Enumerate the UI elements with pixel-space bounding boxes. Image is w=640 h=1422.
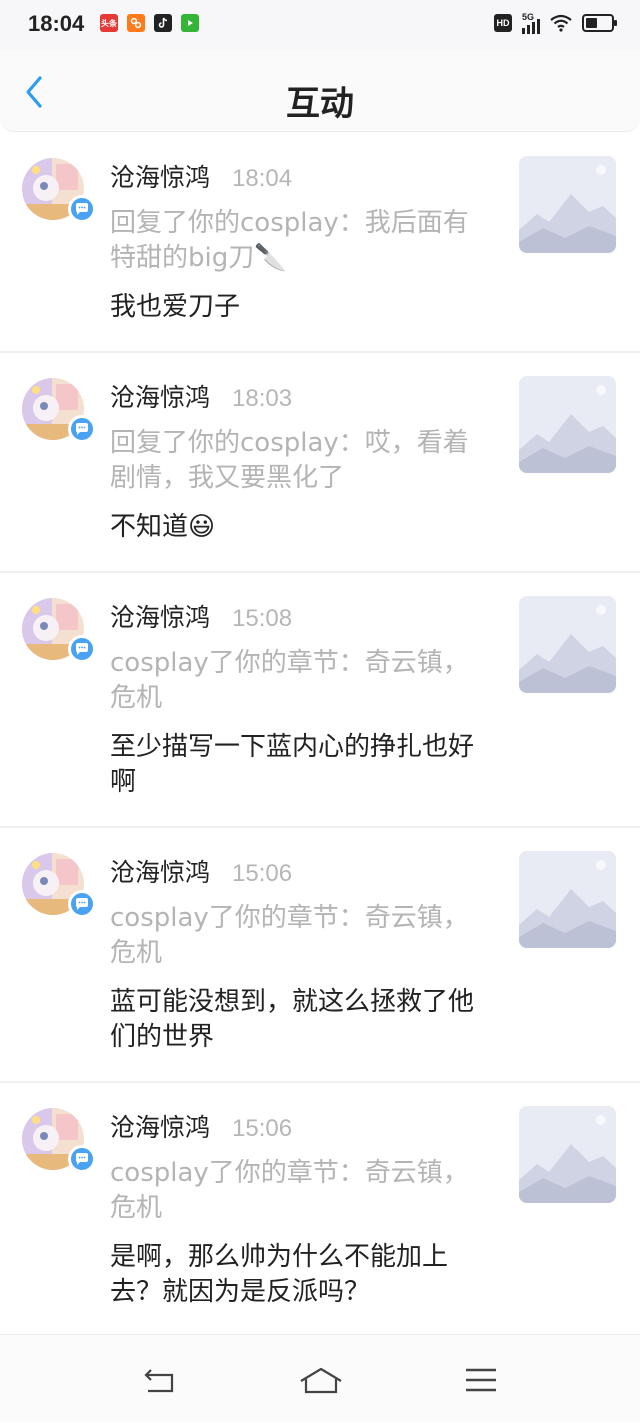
comment-badge-icon (68, 890, 96, 918)
quoted-text: cosplay了你的章节：奇云镇，危机 (110, 1158, 469, 1223)
user-name[interactable]: 沧海惊鸿 (110, 378, 210, 414)
nav-bar: 互动 (0, 50, 640, 132)
reply-text: 不知道😃 (110, 512, 216, 542)
comment-badge-icon (68, 415, 96, 443)
quoted-text: 回复了你的cosplay：我后面有特甜的big刀🔪 (110, 208, 469, 273)
status-bar: 18:04 头条 HD 5G (0, 0, 640, 50)
tiktok-icon (154, 14, 172, 32)
quoted-text: cosplay了你的章节：奇云镇，危机 (110, 903, 469, 968)
wifi-icon (550, 14, 572, 32)
reply-text: 我也爱刀子 (110, 292, 241, 322)
interaction-list[interactable]: 沧海惊鸿 18:04 回复了你的cosplay：我后面有特甜的big刀🔪 我也爱… (0, 133, 640, 1338)
user-name[interactable]: 沧海惊鸿 (110, 158, 210, 194)
message-time: 15:08 (232, 605, 293, 632)
battery-icon (582, 14, 617, 32)
back-nav-icon (144, 1369, 174, 1393)
home-nav-icon (300, 1367, 342, 1394)
reply-text: 至少描写一下蓝内心的挣扎也好啊 (110, 732, 475, 797)
list-item[interactable]: 沧海惊鸿 15:06 cosplay了你的章节：奇云镇，危机 蓝可能没想到，就这… (0, 828, 640, 1083)
toutiao-icon: 头条 (100, 14, 118, 32)
list-item[interactable]: 沧海惊鸿 15:06 cosplay了你的章节：奇云镇，危机 是啊，那么帅为什么… (0, 1083, 640, 1338)
app-icon-orange (127, 14, 145, 32)
system-nav-bar (0, 1334, 640, 1422)
image-placeholder-icon[interactable] (519, 376, 616, 473)
quoted-text: cosplay了你的章节：奇云镇，危机 (110, 648, 469, 713)
signal-icon: 5G (522, 12, 540, 34)
list-item[interactable]: 沧海惊鸿 15:08 cosplay了你的章节：奇云镇，危机 至少描写一下蓝内心… (0, 573, 640, 828)
network-type-label: 5G (522, 12, 535, 22)
menu-nav-button[interactable] (462, 1365, 502, 1397)
list-item[interactable]: 沧海惊鸿 18:04 回复了你的cosplay：我后面有特甜的big刀🔪 我也爱… (0, 133, 640, 353)
message-time: 18:04 (232, 165, 293, 192)
comment-badge-icon (68, 635, 96, 663)
reply-text: 是啊，那么帅为什么不能加上去？就因为是反派吗？ (110, 1242, 449, 1307)
system-icons: HD 5G (494, 12, 617, 34)
status-time: 18:04 (28, 11, 85, 36)
home-nav-button[interactable] (298, 1365, 344, 1397)
hd-icon: HD (494, 14, 512, 32)
page-title: 互动 (286, 84, 354, 124)
message-time: 15:06 (232, 1115, 293, 1142)
list-item[interactable]: 沧海惊鸿 18:03 回复了你的cosplay：哎，看着剧情，我又要黑化了 不知… (0, 353, 640, 573)
reply-text: 蓝可能没想到，就这么拯救了他们的世界 (110, 987, 475, 1052)
notification-icons: 头条 (100, 14, 199, 32)
user-name[interactable]: 沧海惊鸿 (110, 598, 210, 634)
message-time: 15:06 (232, 860, 293, 887)
message-time: 18:03 (232, 385, 293, 412)
iqiyi-icon (181, 14, 199, 32)
back-nav-button[interactable] (140, 1365, 180, 1397)
user-name[interactable]: 沧海惊鸿 (110, 853, 210, 889)
image-placeholder-icon[interactable] (519, 1106, 616, 1203)
menu-nav-icon (466, 1368, 496, 1392)
image-placeholder-icon[interactable] (519, 156, 616, 253)
comment-badge-icon (68, 1145, 96, 1173)
image-placeholder-icon[interactable] (519, 851, 616, 948)
quoted-text: 回复了你的cosplay：哎，看着剧情，我又要黑化了 (110, 428, 469, 493)
image-placeholder-icon[interactable] (519, 596, 616, 693)
comment-badge-icon (68, 195, 96, 223)
user-name[interactable]: 沧海惊鸿 (110, 1108, 210, 1144)
